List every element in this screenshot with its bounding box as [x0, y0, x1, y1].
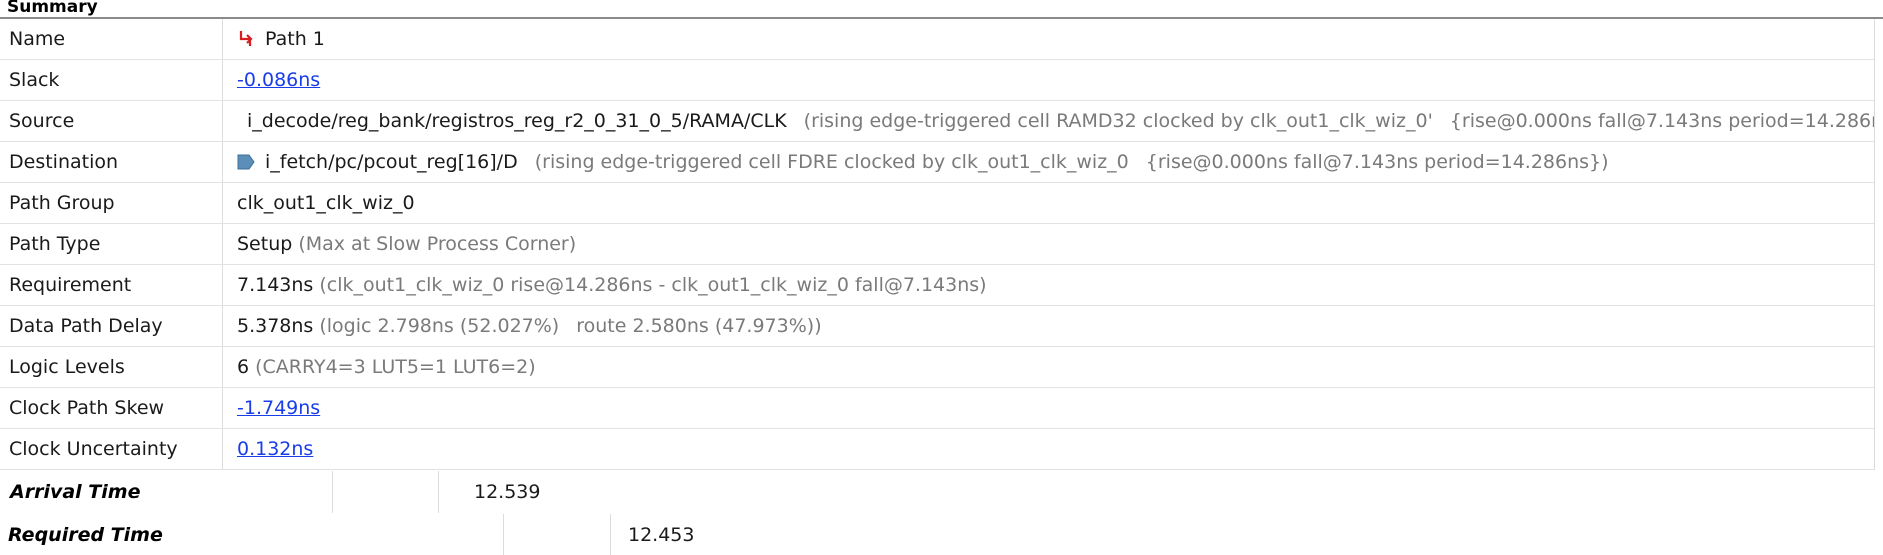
cell-pin-icon [237, 154, 255, 170]
slack-link[interactable]: -0.086ns [237, 60, 320, 100]
requirement-detail: (clk_out1_clk_wiz_0 rise@14.286ns - clk_… [319, 274, 987, 296]
source-detail: (rising edge-triggered cell RAMD32 clock… [803, 110, 1433, 132]
row-label: Clock Path Skew [0, 388, 223, 428]
row-label: Data Path Delay [0, 306, 223, 346]
row-clock-uncertainty: Clock Uncertainty 0.132ns [0, 429, 1874, 470]
logic-levels-value: 6 [237, 356, 250, 378]
row-label: Destination [0, 142, 223, 182]
arrival-time-label: Arrival Time [10, 481, 141, 503]
clock-uncertainty-link[interactable]: 0.132ns [237, 429, 313, 469]
row-value: i_fetch/pc/pcout_reg[16]/D (rising edge-… [223, 142, 1874, 182]
path-group-value: clk_out1_clk_wiz_0 [237, 192, 415, 214]
row-path-group: Path Group clk_out1_clk_wiz_0 [0, 183, 1874, 224]
destination-detail: (rising edge-triggered cell FDRE clocked… [534, 151, 1129, 173]
row-value: -0.086ns [223, 60, 1874, 100]
row-value: -1.749ns [223, 388, 1874, 428]
arrival-time-row: Arrival Time 12.539 [0, 471, 1883, 513]
row-label: Path Type [0, 224, 223, 264]
row-label: Source [0, 101, 223, 141]
required-time-row: Required Time 12.453 [0, 514, 1883, 555]
row-value: Setup (Max at Slow Process Corner) [223, 224, 1874, 264]
logic-levels-detail: (CARRY4=3 LUT5=1 LUT6=2) [255, 356, 536, 378]
row-requirement: Requirement 7.143ns (clk_out1_clk_wiz_0 … [0, 265, 1874, 306]
required-time-label: Required Time [8, 524, 163, 546]
row-value: i_decode/reg_bank/registros_reg_r2_0_31_… [223, 101, 1874, 141]
column-divider [332, 471, 333, 513]
column-divider [438, 471, 439, 513]
row-slack: Slack -0.086ns [0, 60, 1874, 101]
row-value: 0.132ns [223, 429, 1874, 469]
row-source: Source i_decode/reg_bank/registros_reg_r… [0, 101, 1874, 142]
row-logic-levels: Logic Levels 6 (CARRY4=3 LUT5=1 LUT6=2) [0, 347, 1874, 388]
row-destination: Destination i_fetch/pc/pcout_reg[16]/D (… [0, 142, 1874, 183]
row-value: clk_out1_clk_wiz_0 [223, 183, 1874, 223]
row-value: 5.378ns (logic 2.798ns (52.027%) route 2… [223, 306, 1874, 346]
row-data-path-delay: Data Path Delay 5.378ns (logic 2.798ns (… [0, 306, 1874, 347]
row-value: 7.143ns (clk_out1_clk_wiz_0 rise@14.286n… [223, 265, 1874, 305]
path-name: Path 1 [265, 28, 325, 50]
row-label: Logic Levels [0, 347, 223, 387]
row-name: Name Path 1 [0, 19, 1874, 60]
section-title: Summary [7, 0, 98, 17]
source-timing: {rise@0.000ns fall@7.143ns period=14.286… [1449, 110, 1874, 132]
required-time-value: 12.453 [628, 524, 695, 546]
column-divider [610, 514, 611, 555]
path-type-detail: (Max at Slow Process Corner) [298, 233, 577, 255]
row-label: Requirement [0, 265, 223, 305]
summary-table: Name Path 1 Slack -0.086ns Source i_deco… [0, 19, 1875, 470]
data-path-delay-route: route 2.580ns (47.973%)) [576, 315, 822, 337]
destination-pin[interactable]: i_fetch/pc/pcout_reg[16]/D [265, 142, 518, 182]
path-type-value: Setup [237, 233, 293, 255]
row-value: Path 1 [223, 19, 1874, 59]
arrival-time-value: 12.539 [474, 481, 541, 503]
source-pin[interactable]: i_decode/reg_bank/registros_reg_r2_0_31_… [247, 101, 787, 141]
row-value: 6 (CARRY4=3 LUT5=1 LUT6=2) [223, 347, 1874, 387]
data-path-delay-value: 5.378ns [237, 315, 314, 337]
row-clock-path-skew: Clock Path Skew -1.749ns [0, 388, 1874, 429]
data-path-delay-logic: (logic 2.798ns (52.027%) [319, 315, 560, 337]
row-label: Path Group [0, 183, 223, 223]
row-path-type: Path Type Setup (Max at Slow Process Cor… [0, 224, 1874, 265]
timing-summary-panel: Summary Name Path 1 Slack -0.086ns Sourc… [0, 0, 1883, 555]
row-label: Slack [0, 60, 223, 100]
destination-timing: {rise@0.000ns fall@7.143ns period=14.286… [1145, 151, 1609, 173]
requirement-value: 7.143ns [237, 274, 314, 296]
clock-path-skew-link[interactable]: -1.749ns [237, 388, 320, 428]
row-label: Clock Uncertainty [0, 429, 223, 469]
path-arrow-icon [239, 31, 253, 46]
row-label: Name [0, 19, 223, 59]
column-divider [503, 514, 504, 555]
